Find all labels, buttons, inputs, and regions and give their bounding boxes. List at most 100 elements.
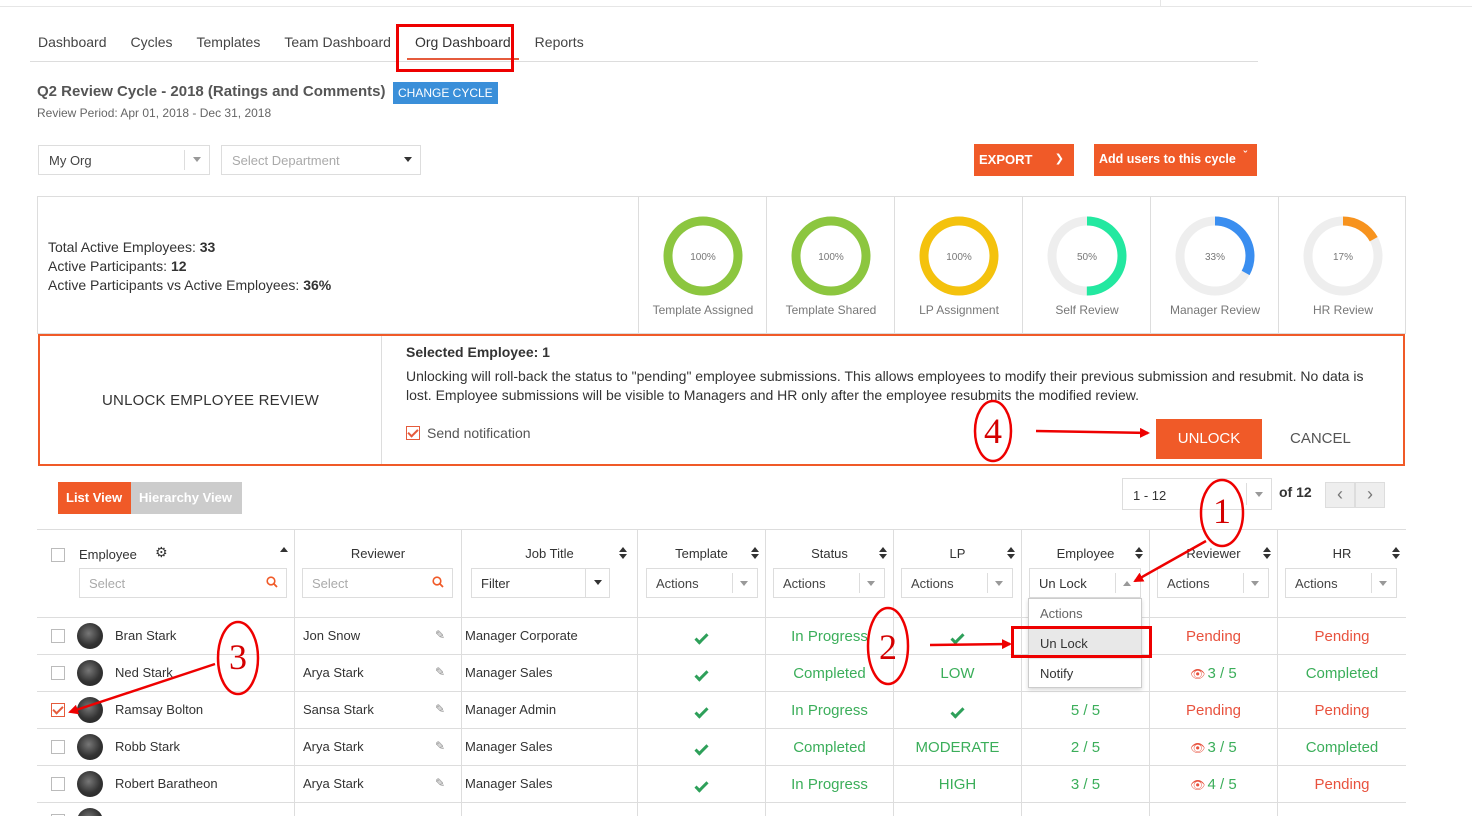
employee-name[interactable]: Robert Baratheon (115, 776, 218, 791)
row-checkbox[interactable] (51, 629, 65, 643)
hr-actions-select[interactable]: Actions (1285, 568, 1397, 598)
send-notification-option[interactable]: Send notification (406, 425, 531, 441)
donut-chart: 33% (1175, 216, 1255, 296)
sort-icon[interactable] (751, 546, 759, 560)
job-title: Manager Corporate (465, 628, 578, 643)
avatar (77, 623, 103, 649)
hierarchy-view-button[interactable]: Hierarchy View (131, 482, 242, 514)
dropdown-item-actions[interactable]: Actions (1029, 599, 1141, 629)
edit-pencil-icon[interactable]: ✎ (435, 776, 445, 790)
sort-icon[interactable] (280, 546, 288, 560)
add-users-label: Add users to this cycle (1099, 152, 1236, 166)
reviewer-score[interactable]: 4 / 5 (1208, 776, 1237, 793)
sort-icon[interactable] (1263, 546, 1271, 560)
unlock-button[interactable]: UNLOCK (1156, 419, 1262, 459)
donut-template-assigned: 100% Template Assigned (638, 197, 766, 334)
reviewer-score[interactable]: 3 / 5 (1208, 739, 1237, 756)
status-actions-select[interactable]: Actions (773, 568, 885, 598)
change-cycle-button[interactable]: CHANGE CYCLE (393, 82, 498, 104)
job-title: Manager Sales (465, 665, 553, 680)
job-title-cell: Manager Sales (462, 729, 638, 765)
status-text: In Progress (791, 776, 868, 793)
sort-icon[interactable] (619, 546, 627, 560)
send-notification-label: Send notification (427, 425, 531, 441)
employee-name[interactable]: Ramsay Bolton (115, 702, 203, 717)
table-header: Employee ⚙ Select Reviewer Select Job Ti… (37, 530, 1406, 618)
lp-level: MODERATE (915, 739, 1000, 756)
prev-page-button[interactable]: ‹ (1325, 482, 1355, 508)
tab-templates[interactable]: Templates (189, 30, 269, 60)
department-select[interactable]: Select Department (221, 145, 421, 175)
row-checkbox[interactable] (51, 666, 65, 680)
total-employees-label: Total Active Employees: (48, 239, 196, 255)
sort-icon[interactable] (879, 546, 887, 560)
template-actions-select[interactable]: Actions (646, 568, 758, 598)
row-checkbox[interactable] (51, 703, 65, 717)
edit-pencil-icon[interactable]: ✎ (435, 702, 445, 716)
employee-score[interactable]: 2 / 5 (1071, 739, 1100, 756)
next-page-button[interactable]: › (1355, 482, 1385, 508)
sort-icon[interactable] (1007, 546, 1015, 560)
status-cell: In Progress (766, 766, 894, 802)
lp-cell: HIGH (894, 766, 1022, 802)
tab-team-dashboard[interactable]: Team Dashboard (276, 30, 399, 60)
row-checkbox[interactable] (51, 740, 65, 754)
hr-actions-value: Actions (1295, 576, 1338, 591)
page-range-select[interactable]: 1 - 12 (1122, 478, 1272, 510)
employee-name[interactable]: Robb Stark (115, 739, 180, 754)
send-notification-checkbox[interactable] (406, 426, 420, 440)
table-row[interactable] (37, 803, 1406, 816)
header-status: Status Actions (766, 530, 894, 617)
employee-status-cell: 2 / 5 (1022, 729, 1150, 765)
reviewer-score[interactable]: Pending (1186, 702, 1241, 719)
employee-score[interactable]: 3 / 5 (1071, 776, 1100, 793)
tab-cycles[interactable]: Cycles (123, 30, 181, 60)
reviewer-score[interactable]: 3 / 5 (1208, 665, 1237, 682)
employee-score[interactable]: 5 / 5 (1071, 702, 1100, 719)
employee-actions-value: Un Lock (1039, 576, 1087, 591)
sort-icon[interactable] (1392, 546, 1400, 560)
employee-name[interactable]: Ned Stark (115, 665, 173, 680)
org-select[interactable]: My Org (38, 145, 210, 175)
tab-reports[interactable]: Reports (527, 30, 592, 60)
avatar (77, 697, 103, 723)
export-label: EXPORT (979, 152, 1033, 167)
template-cell (638, 729, 766, 765)
chevron-down-icon (1379, 581, 1387, 586)
reviewer-actions-select[interactable]: Actions (1157, 568, 1269, 598)
row-checkbox[interactable] (51, 777, 65, 791)
chevron-right-icon: › (1367, 484, 1373, 504)
hr-status-cell: Pending (1278, 692, 1406, 728)
org-select-value: My Org (49, 153, 92, 168)
chevron-left-icon: ‹ (1337, 484, 1343, 504)
tab-dashboard[interactable]: Dashboard (30, 30, 115, 60)
employee-status-cell: 5 / 5 (1022, 692, 1150, 728)
cancel-button[interactable]: CANCEL (1290, 430, 1351, 447)
table-row[interactable]: Robb Stark Arya Stark ✎ Manager Sales Comple… (37, 729, 1406, 766)
annotation-number-1: 1 (1213, 491, 1231, 531)
donut-label: Template Shared (785, 303, 877, 317)
header-status-label: Status (811, 546, 848, 561)
export-button[interactable]: EXPORT ❯ (974, 144, 1074, 176)
edit-pencil-icon[interactable]: ✎ (435, 628, 445, 642)
reviewer-filter-input[interactable]: Select (302, 568, 453, 598)
employee-actions-select[interactable]: Un Lock (1029, 568, 1141, 598)
job-title-filter-select[interactable]: Filter (471, 568, 610, 598)
table-row[interactable]: Robert Baratheon Arya Stark ✎ Manager Sales… (37, 766, 1406, 803)
table-row[interactable]: Ramsay Bolton Sansa Stark ✎ Manager Admin In… (37, 692, 1406, 729)
reviewer-cell: Jon Snow ✎ (295, 618, 462, 654)
hr-status-cell: Pending (1278, 618, 1406, 654)
sort-icon[interactable] (1135, 546, 1143, 560)
add-users-button[interactable]: Add users to this cycle ˇ (1094, 144, 1257, 176)
dropdown-item-notify[interactable]: Notify (1029, 659, 1141, 689)
employee-filter-input[interactable]: Select (79, 568, 287, 598)
edit-pencil-icon[interactable]: ✎ (435, 665, 445, 679)
header-job-title: Job Title Filter (462, 530, 638, 617)
gear-icon[interactable]: ⚙ (155, 544, 168, 561)
lp-actions-select[interactable]: Actions (901, 568, 1013, 598)
employee-name[interactable]: Bran Stark (115, 628, 176, 643)
reviewer-score[interactable]: Pending (1186, 628, 1241, 645)
edit-pencil-icon[interactable]: ✎ (435, 739, 445, 753)
list-view-button[interactable]: List View (58, 482, 131, 514)
select-all-checkbox[interactable] (51, 548, 65, 562)
